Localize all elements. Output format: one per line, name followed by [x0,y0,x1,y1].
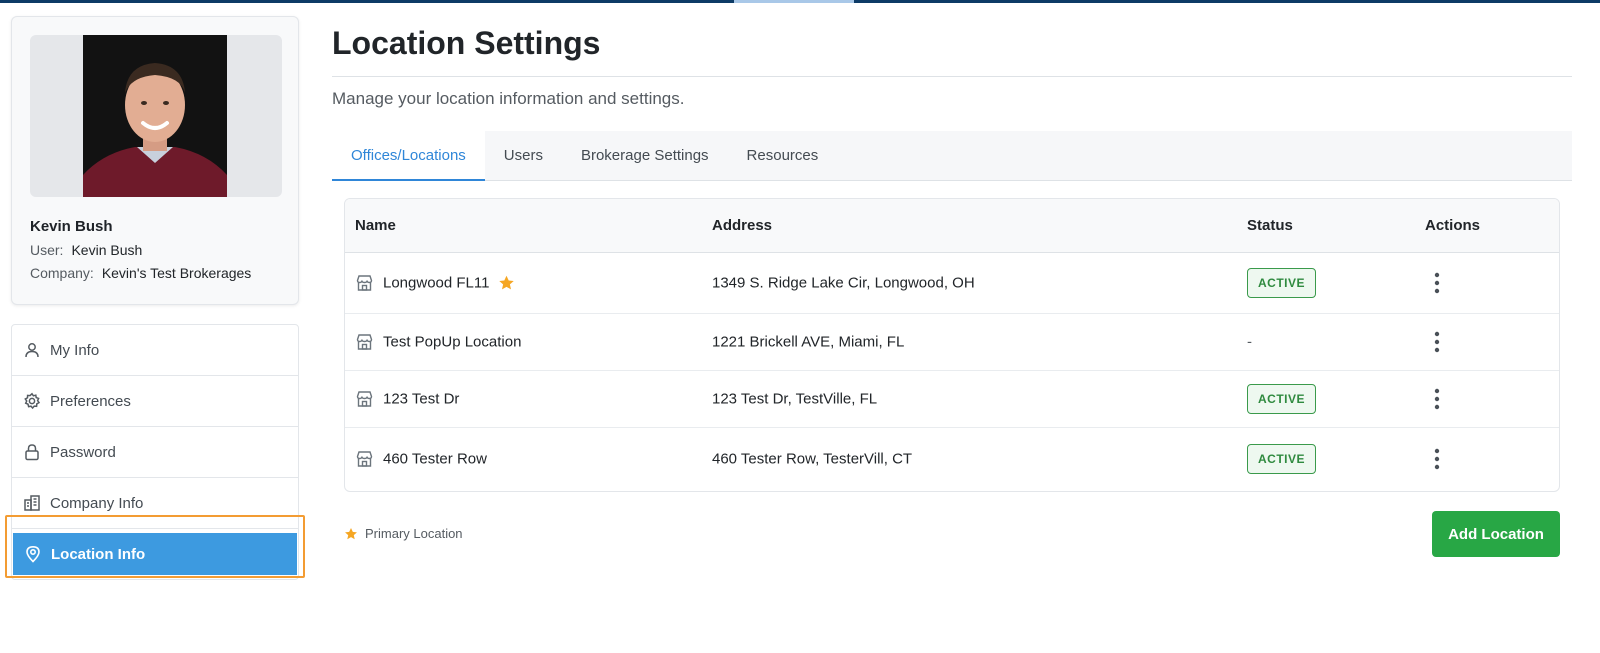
status-cell: ACTIVE [1247,268,1317,298]
more-vertical-icon [1434,448,1440,470]
location-name-cell: Test PopUp Location [355,333,521,352]
profile-card: Kevin Bush User: Kevin Bush Company: Kevin… [11,16,299,305]
star-icon [345,527,357,539]
location-address: 1221 Brickell AVE, Miami, FL [712,333,905,351]
row-actions-button[interactable] [1425,271,1449,295]
sidebar-item-label: My Info [50,341,100,359]
store-icon [356,334,373,350]
top-loading-bar [0,0,1600,3]
location-address: 460 Tester Row, TesterVill, CT [712,450,913,468]
profile-user-value: Kevin Bush [71,242,143,258]
page-title: Location Settings [332,25,601,61]
actions-cell [1425,271,1449,295]
header-name: Name [355,217,396,234]
store-icon [356,275,373,291]
location-address: 1349 S. Ridge Lake Cir, Longwood, OH [712,274,975,292]
status-badge: ACTIVE [1247,384,1317,414]
profile-company-label: Company: [30,265,94,281]
header-address: Address [712,217,773,234]
location-name: Test PopUp Location [383,333,522,351]
location-name: Longwood FL11 [383,274,490,292]
header-status: Status [1247,217,1293,234]
gear-icon [22,391,42,411]
more-vertical-icon [1434,331,1440,353]
sidebar-item-location-info[interactable]: Location Info [13,533,297,575]
store-icon [356,391,373,407]
profile-name: Kevin Bush [30,218,113,235]
table-row: 460 Tester Row 460 Tester Row, TesterVil… [345,428,1559,490]
location-address: 123 Test Dr, TestVille, FL [712,390,878,408]
status-cell: ACTIVE [1247,444,1317,474]
sidebar-item-preferences[interactable]: Preferences [12,376,298,427]
location-name-cell: Longwood FL11 [355,274,515,293]
add-location-button[interactable]: Add Location [1432,511,1560,557]
map-pin-icon [23,544,43,564]
sidebar-item-company-info[interactable]: Company Info [12,478,298,529]
tab-brokerage-settings[interactable]: Brokerage Settings [562,131,728,181]
table-row: 123 Test Dr 123 Test Dr, TestVille, FL A… [345,371,1559,428]
actions-cell [1425,387,1449,411]
status-empty: - [1247,333,1252,351]
status-cell: - [1247,334,1252,351]
store-icon [356,451,373,467]
tab-resources[interactable]: Resources [728,131,838,181]
header-actions: Actions [1425,217,1481,234]
actions-cell [1425,447,1449,471]
table-row: Test PopUp Location 1221 Brickell AVE, M… [345,314,1559,371]
tab-offices-locations[interactable]: Offices/Locations [332,131,485,181]
status-badge: ACTIVE [1247,268,1317,298]
lock-icon [22,442,42,462]
actions-cell [1425,330,1449,354]
top-loading-bar-segment [734,0,854,3]
status-cell: ACTIVE [1247,384,1317,414]
legend-label: Primary Location [365,526,463,541]
row-actions-button[interactable] [1425,447,1449,471]
profile-company-line: Company: Kevin's Test Brokerages [30,265,251,281]
profile-photo-frame [30,35,282,197]
primary-location-legend: Primary Location [344,526,463,541]
sidebar-nav: My Info Preferences Password Company Inf… [11,324,299,580]
title-divider [332,76,1572,77]
sidebar-item-password[interactable]: Password [12,427,298,478]
profile-photo [83,35,227,197]
more-vertical-icon [1434,388,1440,410]
status-badge: ACTIVE [1247,444,1317,474]
location-name: 460 Tester Row [383,450,487,468]
row-actions-button[interactable] [1425,387,1449,411]
page-subtitle: Manage your location information and set… [332,89,685,108]
profile-user-label: User: [30,242,64,258]
sidebar-item-label: Company Info [50,494,144,512]
user-icon [22,340,42,360]
location-name: 123 Test Dr [383,390,460,408]
building-icon [22,493,42,513]
sidebar-item-label: Location Info [51,545,146,563]
row-actions-button[interactable] [1425,330,1449,354]
locations-table: Name Address Status Actions Longwood FL1… [344,198,1560,492]
table-header: Name Address Status Actions [345,199,1559,253]
tab-users[interactable]: Users [485,131,562,181]
more-vertical-icon [1434,272,1440,294]
sidebar-item-label: Preferences [50,392,131,410]
table-row: Longwood FL11 1349 S. Ridge Lake Cir, Lo… [345,253,1559,314]
profile-user-line: User: Kevin Bush [30,242,142,258]
sidebar-item-my-info[interactable]: My Info [12,325,298,376]
avatar [83,35,227,197]
tab-bar: Offices/Locations Users Brokerage Settin… [332,131,1572,181]
location-name-cell: 123 Test Dr [355,390,459,409]
location-name-cell: 460 Tester Row [355,450,487,469]
sidebar-item-label: Password [50,443,116,461]
profile-company-value: Kevin's Test Brokerages [101,265,252,281]
primary-star-icon [499,275,515,290]
